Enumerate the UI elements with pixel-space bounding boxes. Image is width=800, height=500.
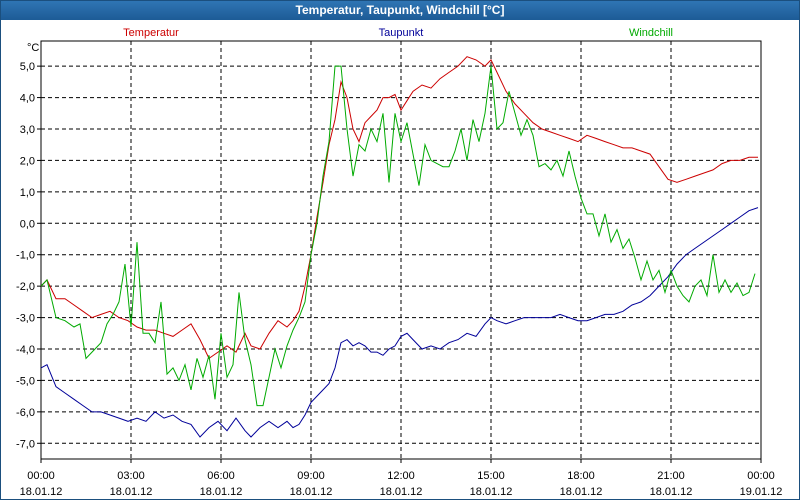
y-tick-label: -4,0	[16, 344, 35, 356]
x-tick-date: 18.01.12	[380, 486, 423, 498]
legend-entry-windchill: Windchill	[629, 27, 673, 39]
y-tick-label: -1,0	[16, 250, 35, 262]
x-tick-date: 18.01.12	[470, 486, 513, 498]
y-axis: 5,0 4,0 3,0 2,0 1,0 0,0 -1,0 -2,0 -3,0 -4,0 -5,0 -6…	[16, 61, 41, 450]
y-tick-label: 3,0	[20, 124, 35, 136]
x-tick-time: 18:00	[567, 470, 595, 482]
x-tick-date: 18.01.12	[200, 486, 243, 498]
x-tick-time: 00:00	[747, 470, 775, 482]
x-tick-date: 18.01.12	[20, 486, 63, 498]
y-tick-label: -6,0	[16, 407, 35, 419]
x-tick-time: 00:00	[27, 470, 55, 482]
y-axis-label: °C	[27, 42, 39, 54]
x-tick-time: 12:00	[387, 470, 415, 482]
x-tick-time: 21:00	[657, 470, 685, 482]
legend-entry-taupunkt: Taupunkt	[379, 27, 424, 39]
y-tick-label: -7,0	[16, 438, 35, 450]
legend-entry-temperatur: Temperatur	[123, 27, 179, 39]
legend: Temperatur Taupunkt Windchill	[123, 27, 673, 39]
x-tick-date: 19.01.12	[740, 486, 783, 498]
chart-window: Temperatur, Taupunkt, Windchill [°C] 5,0…	[0, 0, 800, 500]
x-tick-time: 03:00	[117, 470, 145, 482]
x-tick-time: 06:00	[207, 470, 235, 482]
x-tick-time: 09:00	[297, 470, 325, 482]
x-tick-date: 18.01.12	[560, 486, 603, 498]
y-tick-label: 5,0	[20, 61, 35, 73]
plot-area	[40, 40, 762, 460]
x-tick-time: 15:00	[477, 470, 505, 482]
y-tick-label: -5,0	[16, 375, 35, 387]
x-tick-date: 18.01.12	[650, 486, 693, 498]
y-tick-label: 0,0	[20, 218, 35, 230]
y-tick-label: -2,0	[16, 281, 35, 293]
y-tick-label: 2,0	[20, 155, 35, 167]
x-tick-date: 18.01.12	[110, 486, 153, 498]
line-chart: 5,0 4,0 3,0 2,0 1,0 0,0 -1,0 -2,0 -3,0 -4,0 -5,0 -6…	[16, 27, 783, 498]
x-axis: 00:00 18.01.12 03:00 18.01.12 06:00 18.01.12 0…	[20, 459, 783, 498]
y-tick-label: 1,0	[20, 187, 35, 199]
y-tick-label: 4,0	[20, 93, 35, 105]
x-tick-date: 18.01.12	[290, 486, 333, 498]
y-tick-label: -3,0	[16, 313, 35, 325]
